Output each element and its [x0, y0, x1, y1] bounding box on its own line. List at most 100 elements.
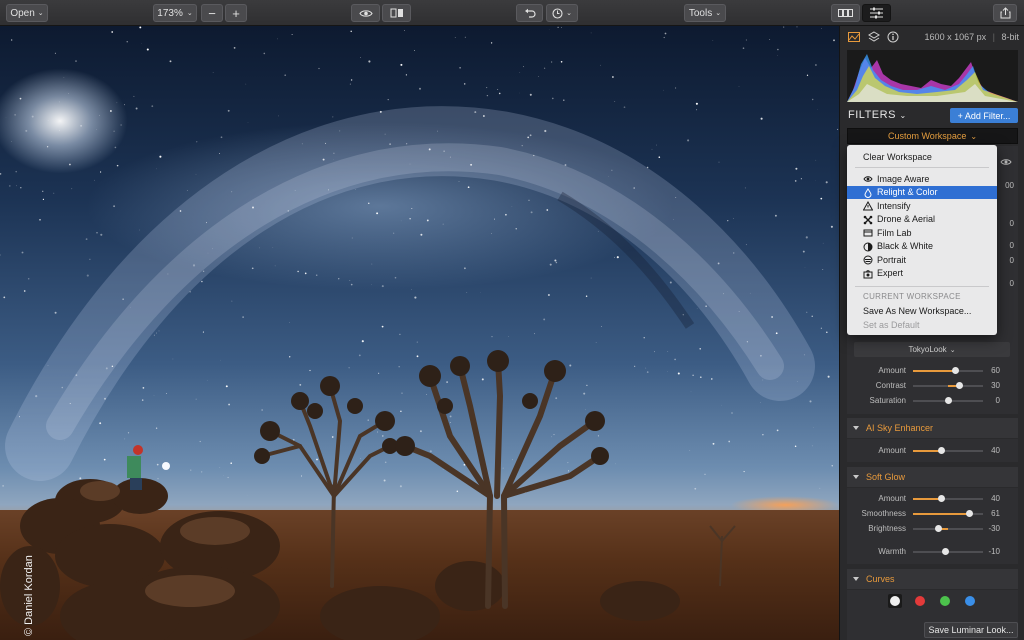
slider-track[interactable] [913, 495, 983, 502]
menu-item-expert[interactable]: Expert [847, 267, 997, 280]
slider-knob[interactable] [938, 495, 945, 502]
ai-sky-body: Amount 40 [847, 439, 1018, 462]
slider-row: Warmth -10 [847, 545, 1018, 559]
filters-title-button[interactable]: FILTERS ⌄ [848, 109, 907, 121]
look-select-label: TokyoLook [908, 345, 947, 354]
slider-track[interactable] [913, 397, 983, 404]
menu-header-current-workspace: CURRENT WORKSPACE [863, 292, 961, 301]
add-filter-button[interactable]: + Add Filter... [950, 108, 1018, 123]
slider-value: 0 [995, 396, 1000, 405]
slider-track[interactable] [913, 367, 983, 374]
portrait-icon [863, 255, 873, 265]
curve-channel-dot [965, 596, 975, 606]
slider-track[interactable] [913, 447, 983, 454]
slider-fill [913, 370, 955, 372]
curve-channel-button[interactable] [888, 594, 902, 608]
slider-track[interactable] [913, 510, 983, 517]
histogram [847, 50, 1018, 102]
look-select[interactable]: TokyoLook ⌄ [854, 342, 1010, 357]
slider-fill [913, 513, 969, 515]
curve-channel-button[interactable] [938, 594, 952, 608]
menu-item-film-lab[interactable]: Film Lab [847, 226, 997, 239]
slider-value: 30 [991, 381, 1000, 390]
trees-and-rocks [0, 350, 736, 640]
menu-item-drone-aerial[interactable]: Drone & Aerial [847, 213, 997, 226]
clock-icon [552, 7, 563, 19]
menu-item-label: Portrait [877, 254, 907, 265]
workspace-select[interactable]: Custom Workspace ⌄ [847, 128, 1018, 144]
slider-value: 40 [991, 446, 1000, 455]
slider-knob[interactable] [952, 367, 959, 374]
info-icon[interactable] [887, 31, 899, 43]
half-circle-icon [863, 242, 873, 251]
menu-item-intensify[interactable]: Intensify [847, 199, 997, 212]
preview-button[interactable] [351, 4, 380, 22]
menu-item-clear-workspace[interactable]: Clear Workspace [847, 150, 997, 163]
chevron-down-icon: ⌄ [970, 131, 978, 141]
menu-item-black-white[interactable]: Black & White [847, 240, 997, 253]
drop-icon [864, 187, 872, 198]
drone-icon [863, 215, 873, 224]
eye-icon[interactable] [1000, 158, 1012, 166]
menu-item-relight-color[interactable]: Relight & Color [847, 185, 997, 199]
curve-channel-dot [915, 596, 925, 606]
open-button[interactable]: Open ⌄ [6, 4, 48, 22]
layers-icon[interactable] [868, 31, 880, 43]
tools-label: Tools [688, 7, 713, 19]
slider-label: Contrast [875, 381, 906, 390]
slider-track[interactable] [913, 547, 983, 555]
menu-item-image-aware[interactable]: Image Aware [847, 172, 997, 185]
undo-icon [524, 8, 536, 18]
hidden-value-1: 00 [1005, 181, 1014, 190]
menu-item-label: Black & White [877, 241, 934, 251]
zoom-in-label: + [232, 5, 240, 21]
menu-item-portrait[interactable]: Portrait [847, 253, 997, 266]
open-label: Open [10, 7, 35, 19]
chevron-down-icon: ⌄ [949, 346, 956, 354]
top-toolbar: Open ⌄ 173% ⌄ − + ⌄ Tools ⌄ [0, 0, 1024, 26]
collapse-triangle-icon [853, 475, 859, 479]
share-icon [1000, 7, 1010, 19]
info-row: 1600 x 1067 px | 8-bit [840, 26, 1024, 48]
section-header-ai-sky-enhancer[interactable]: AI Sky Enhancer [847, 418, 1018, 438]
section-header-curves[interactable]: Curves [847, 569, 1018, 589]
slider-track[interactable] [913, 525, 983, 532]
zoom-in-button[interactable]: + [225, 4, 247, 22]
slider-knob[interactable] [955, 382, 963, 389]
slider-row: Saturation 0 [847, 394, 1018, 408]
slider-label: Amount [878, 494, 906, 503]
zoom-out-button[interactable]: − [201, 4, 223, 22]
soft-glow-body: Amount 40 Smoothness 61 Brightness -30 Warmth -… [847, 488, 1018, 564]
slider-knob[interactable] [945, 397, 952, 404]
slider-knob[interactable] [966, 510, 973, 517]
tools-button[interactable]: Tools ⌄ [684, 4, 726, 22]
menu-item-save-new-workspace[interactable]: Save As New Workspace... [847, 304, 997, 317]
slider-knob[interactable] [934, 525, 942, 532]
filters-title: FILTERS [848, 109, 896, 121]
save-luminar-look-button[interactable]: Save Luminar Look... [924, 622, 1018, 638]
filters-panel-button[interactable] [862, 4, 891, 22]
zoom-select[interactable]: 173% ⌄ [153, 4, 197, 22]
slider-label: Warmth [878, 546, 906, 556]
slider-knob[interactable] [938, 447, 945, 454]
section-header-soft-glow[interactable]: Soft Glow [847, 467, 1018, 487]
chevron-down-icon: ⌄ [899, 111, 907, 120]
slider-knob[interactable] [941, 547, 949, 555]
filmstrip-button[interactable] [831, 4, 860, 22]
undo-button[interactable] [516, 4, 543, 22]
collapse-triangle-icon [853, 577, 859, 581]
slider-track[interactable] [913, 382, 983, 389]
triangle-icon [863, 201, 873, 211]
menu-item-label: Expert [877, 268, 904, 278]
look-sliders: Amount 60 Contrast 30 Saturation 0 [847, 364, 1018, 412]
image-canvas[interactable]: © Daniel Kordan [0, 26, 839, 640]
collapse-triangle-icon [853, 426, 859, 430]
curve-channel-button[interactable] [913, 594, 927, 608]
curve-channel-button[interactable] [963, 594, 977, 608]
slider-label: Brightness [868, 524, 906, 533]
history-button[interactable]: ⌄ [546, 4, 578, 22]
compare-button[interactable] [382, 4, 411, 22]
slider-row: Amount 40 [847, 492, 1018, 506]
histogram-icon[interactable] [848, 31, 860, 43]
share-button[interactable] [993, 4, 1017, 22]
